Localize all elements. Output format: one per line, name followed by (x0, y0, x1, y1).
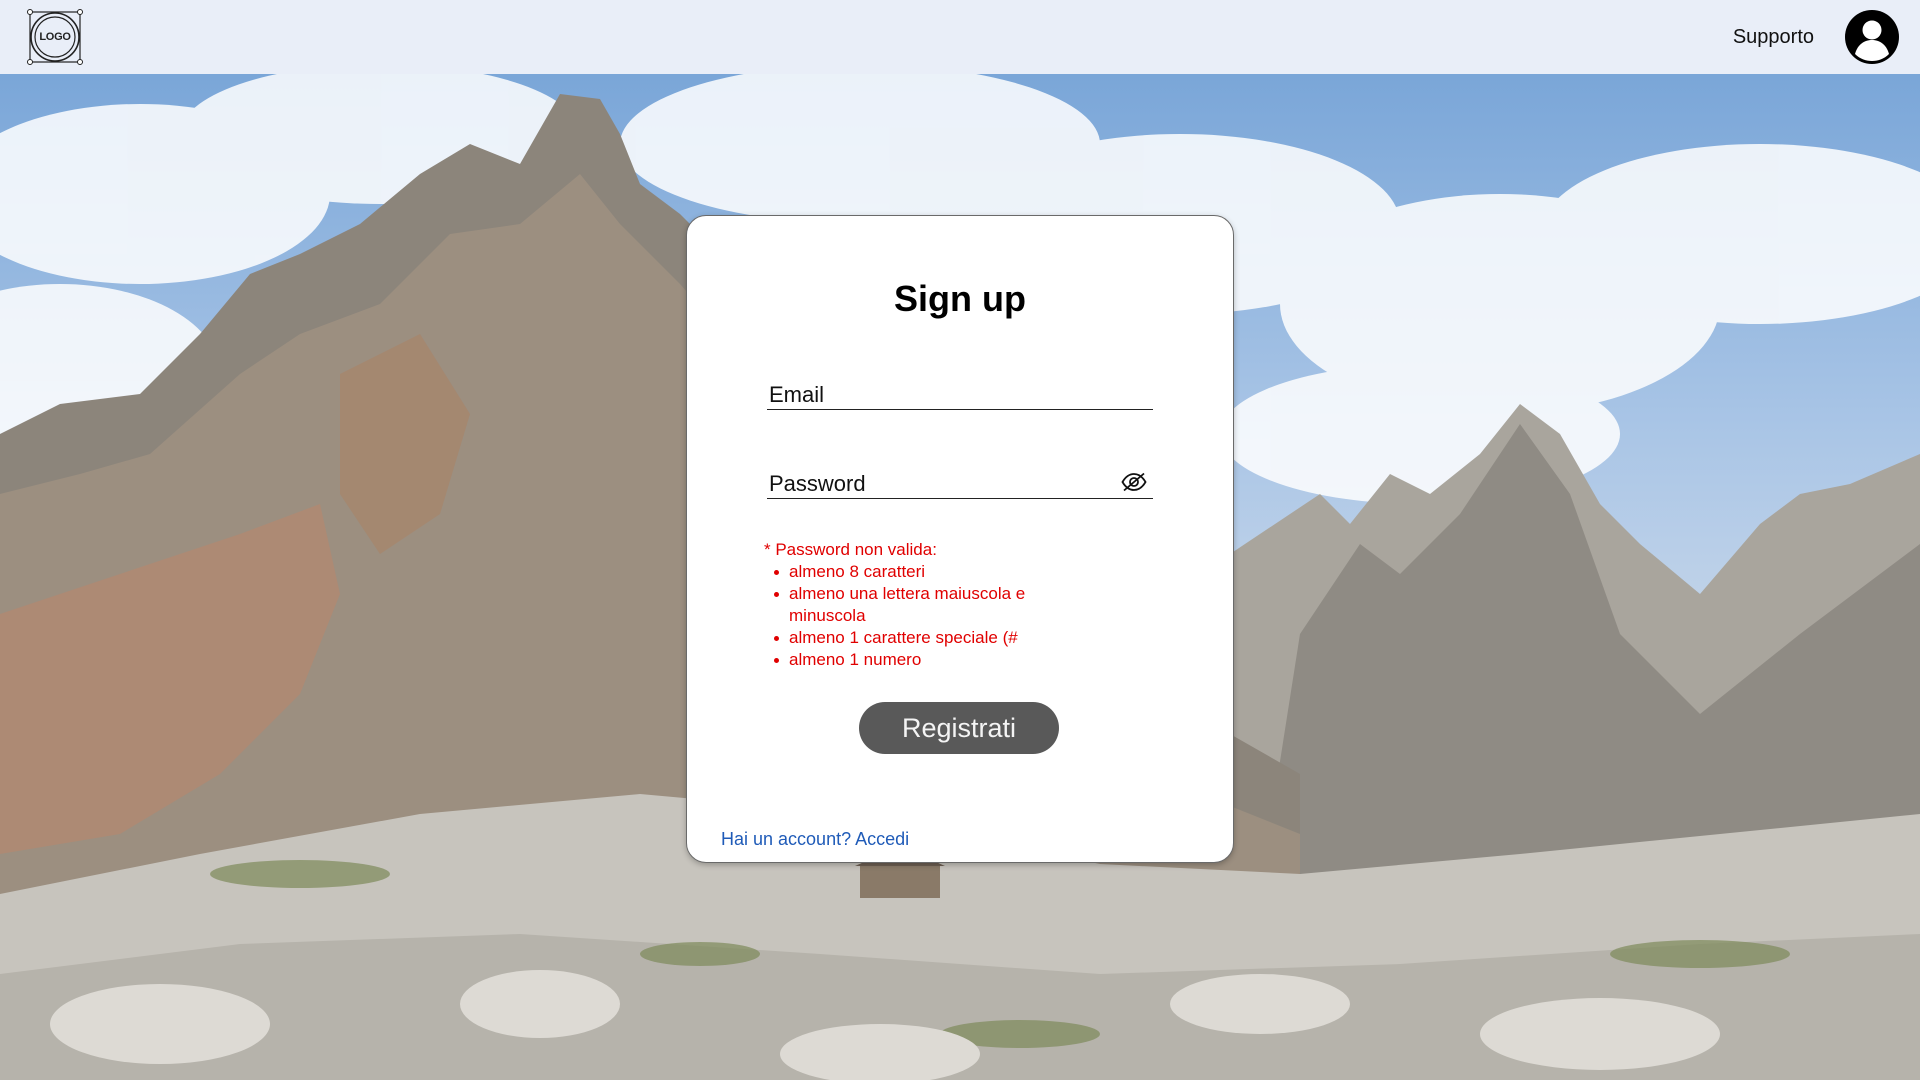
login-link[interactable]: Hai un account? Accedi (721, 829, 909, 850)
error-item: almeno una lettera maiuscola e minuscola (774, 583, 1094, 627)
top-navigation-bar: LOGO Supporto (0, 0, 1920, 74)
logo[interactable]: LOGO (26, 8, 84, 66)
error-item: almeno 1 carattere speciale (# (774, 627, 1094, 649)
logo-text: LOGO (39, 31, 71, 43)
user-avatar-icon[interactable] (1844, 9, 1900, 65)
eye-off-icon[interactable] (1121, 472, 1147, 492)
error-item: almeno 1 numero (774, 649, 1094, 671)
signup-card: Sign up * Password non valida: almeno 8 … (686, 215, 1234, 863)
error-item: almeno 8 caratteri (774, 561, 1094, 583)
error-list: almeno 8 caratteri almeno una lettera ma… (764, 561, 1094, 671)
password-field (767, 459, 1153, 499)
password-error-message: * Password non valida: almeno 8 caratter… (764, 539, 1094, 671)
password-input[interactable] (767, 459, 1153, 498)
signup-title: Sign up (894, 278, 1026, 319)
email-input[interactable] (767, 370, 1153, 409)
support-link[interactable]: Supporto (1733, 26, 1814, 49)
register-button[interactable]: Registrati (859, 702, 1059, 754)
email-field (767, 370, 1153, 410)
header-actions: Supporto (1733, 9, 1900, 65)
error-title: * Password non valida: (764, 540, 937, 559)
